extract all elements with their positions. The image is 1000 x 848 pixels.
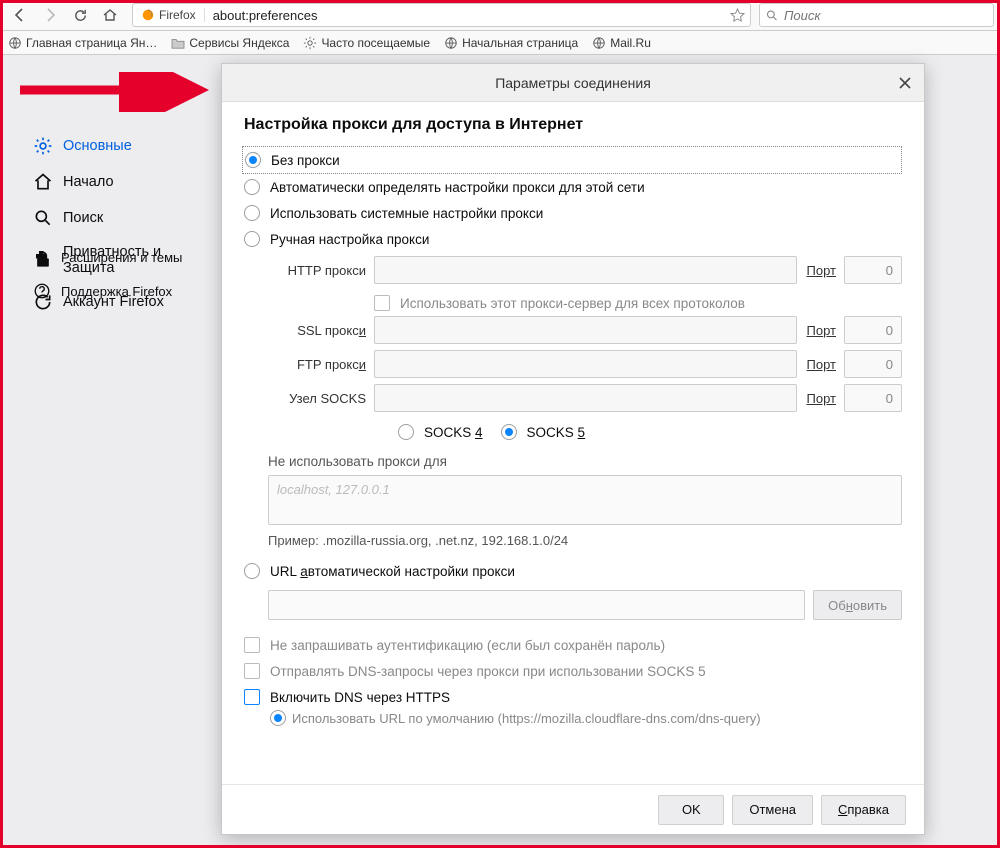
- section-title: Настройка прокси для доступа в Интернет: [244, 116, 902, 134]
- ssl-port-input[interactable]: [844, 316, 902, 344]
- bookmark-item[interactable]: Начальная страница: [444, 36, 578, 50]
- search-icon: [33, 208, 53, 228]
- dialog-titlebar: Параметры соединения: [222, 64, 924, 102]
- http-proxy-input[interactable]: [374, 256, 797, 284]
- sidebar-item-home[interactable]: Начало: [3, 164, 218, 200]
- firefox-icon: [141, 8, 155, 22]
- ssl-proxy-input[interactable]: [374, 316, 797, 344]
- checkbox-icon: [244, 663, 260, 679]
- ok-button[interactable]: OK: [658, 795, 724, 825]
- ssl-proxy-label: SSL прокси: [268, 323, 366, 338]
- preferences-content: Основные Начало Поиск Приватность и Защи…: [3, 55, 997, 845]
- socks-port-input[interactable]: [844, 384, 902, 412]
- no-proxy-textarea[interactable]: localhost, 127.0.0.1: [268, 475, 902, 525]
- checkbox-dns-socks5[interactable]: Отправлять DNS-запросы через прокси при …: [244, 658, 902, 684]
- port-label: Порт: [807, 263, 836, 278]
- back-button[interactable]: [6, 2, 34, 28]
- ftp-proxy-input[interactable]: [374, 350, 797, 378]
- dialog-body[interactable]: Настройка прокси для доступа в Интернет …: [222, 102, 924, 784]
- reload-icon: [73, 8, 88, 23]
- radio-icon: [270, 710, 286, 726]
- address-bar[interactable]: Firefox about:preferences: [132, 3, 751, 27]
- forward-icon: [42, 7, 58, 23]
- bookmark-item[interactable]: Главная страница Ян…: [8, 36, 157, 50]
- sidebar-item-search[interactable]: Поиск: [3, 200, 218, 236]
- port-label: Порт: [807, 323, 836, 338]
- globe-icon: [8, 36, 22, 50]
- ftp-port-input[interactable]: [844, 350, 902, 378]
- nav-toolbar: Firefox about:preferences: [0, 0, 1000, 31]
- gear-icon: [33, 136, 53, 156]
- http-proxy-label: HTTP прокси: [268, 263, 366, 278]
- home-icon: [102, 7, 118, 23]
- radio-manual-proxy[interactable]: Ручная настройка прокси: [244, 226, 902, 252]
- sidebar-item-extensions[interactable]: Расширения и темы: [3, 240, 200, 274]
- reload-button[interactable]: [66, 2, 94, 28]
- search-bar[interactable]: [759, 3, 994, 27]
- radio-icon: [244, 231, 260, 247]
- cancel-button[interactable]: Отмена: [732, 795, 813, 825]
- folder-icon: [171, 37, 185, 49]
- socks-host-input[interactable]: [374, 384, 797, 412]
- dialog-footer: OK Отмена Справка: [222, 784, 924, 834]
- checkbox-icon[interactable]: [374, 295, 390, 311]
- bookmarks-bar: Главная страница Ян… Сервисы Яндекса Час…: [0, 31, 1000, 55]
- gear-icon: [303, 36, 317, 50]
- radio-icon: [398, 424, 414, 440]
- close-button[interactable]: [896, 74, 914, 92]
- annotation-arrow-icon: [20, 72, 220, 112]
- radio-system-proxy[interactable]: Использовать системные настройки прокси: [244, 200, 902, 226]
- radio-auto-detect[interactable]: Автоматически определять настройки прокс…: [244, 174, 902, 200]
- close-icon: [899, 77, 911, 89]
- search-icon: [766, 9, 778, 22]
- use-for-all-label: Использовать этот прокси-сервер для всех…: [400, 296, 745, 311]
- star-icon: [730, 8, 745, 23]
- http-port-input[interactable]: [844, 256, 902, 284]
- bookmark-item[interactable]: Mail.Ru: [592, 36, 651, 50]
- radio-auto-url[interactable]: URL автоматической настройки прокси: [244, 558, 902, 584]
- checkbox-no-auth[interactable]: Не запрашивать аутентификацию (если был …: [244, 632, 902, 658]
- forward-button[interactable]: [36, 2, 64, 28]
- socks-host-label: Узел SOCKS: [268, 391, 366, 406]
- url-text: about:preferences: [205, 8, 724, 23]
- sidebar-item-support[interactable]: Поддержка Firefox: [3, 274, 200, 308]
- radio-socks5[interactable]: SOCKS 5: [501, 424, 586, 440]
- help-button[interactable]: Справка: [821, 795, 906, 825]
- bookmark-item[interactable]: Часто посещаемые: [303, 36, 430, 50]
- search-input[interactable]: [784, 8, 987, 23]
- radio-icon: [245, 152, 261, 168]
- bookmark-folder[interactable]: Сервисы Яндекса: [171, 36, 289, 50]
- checkbox-doh[interactable]: Включить DNS через HTTPS: [244, 684, 902, 710]
- checkbox-icon: [244, 689, 260, 705]
- dialog-title: Параметры соединения: [495, 75, 651, 91]
- port-label: Порт: [807, 391, 837, 406]
- radio-doh-default[interactable]: Использовать URL по умолчанию (https://m…: [270, 710, 902, 726]
- no-proxy-example: Пример: .mozilla-russia.org, .net.nz, 19…: [268, 533, 902, 548]
- ftp-proxy-label: FTP прокси: [268, 357, 366, 372]
- home-icon: [33, 172, 53, 192]
- pac-url-input[interactable]: [268, 590, 805, 620]
- connection-settings-dialog: Параметры соединения Настройка прокси дл…: [221, 63, 925, 835]
- identity-box[interactable]: Firefox: [133, 8, 205, 22]
- radio-icon: [244, 563, 260, 579]
- bookmark-star-button[interactable]: [724, 8, 750, 23]
- help-icon: [33, 282, 51, 300]
- checkbox-icon: [244, 637, 260, 653]
- sidebar-item-general[interactable]: Основные: [3, 128, 218, 164]
- globe-icon: [444, 36, 458, 50]
- manual-proxy-grid: HTTP прокси Порт Использовать этот прокс…: [268, 256, 902, 446]
- radio-icon: [244, 205, 260, 221]
- home-button[interactable]: [96, 2, 124, 28]
- globe-icon: [592, 36, 606, 50]
- radio-no-proxy[interactable]: Без прокси: [242, 146, 902, 174]
- identity-label: Firefox: [159, 8, 196, 22]
- radio-icon: [244, 179, 260, 195]
- no-proxy-label: Не использовать прокси для: [268, 454, 902, 469]
- puzzle-icon: [33, 248, 51, 266]
- reload-button[interactable]: Обновить: [813, 590, 902, 620]
- port-label: Порт: [807, 357, 836, 372]
- radio-icon: [501, 424, 517, 440]
- radio-socks4[interactable]: SOCKS 4: [398, 424, 483, 440]
- back-icon: [12, 7, 28, 23]
